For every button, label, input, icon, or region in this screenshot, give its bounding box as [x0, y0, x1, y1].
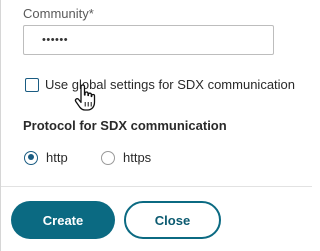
sdx-settings-panel: Community* Use global settings for SDX c…	[0, 0, 312, 251]
create-button[interactable]: Create	[11, 201, 115, 239]
community-password-input[interactable]	[23, 25, 274, 55]
http-radio-label[interactable]: http	[46, 150, 68, 165]
protocol-option-http[interactable]: http	[24, 150, 68, 165]
community-label: Community*	[23, 6, 94, 21]
global-settings-checkbox[interactable]	[25, 77, 39, 92]
protocol-option-https[interactable]: https	[101, 150, 151, 165]
close-button[interactable]: Close	[124, 201, 221, 239]
https-radio-label[interactable]: https	[123, 150, 151, 165]
http-radio[interactable]	[24, 150, 38, 165]
global-settings-checkbox-row[interactable]: Use global settings for SDX communicatio…	[25, 77, 295, 92]
protocol-section-title: Protocol for SDX communication	[23, 118, 227, 133]
dialog-footer: Create Close	[1, 186, 312, 251]
global-settings-label[interactable]: Use global settings for SDX communicatio…	[45, 77, 295, 92]
https-radio[interactable]	[101, 150, 115, 165]
